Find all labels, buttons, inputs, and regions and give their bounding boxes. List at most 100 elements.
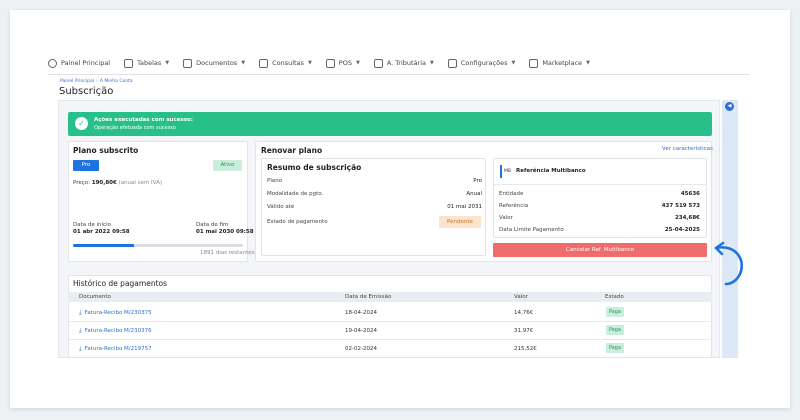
nav-item-consultas[interactable]: Consultas ▼: [259, 58, 312, 68]
alert-title: Ações executadas com sucesso:: [94, 117, 193, 123]
dashboard-icon: [48, 58, 57, 68]
status-badge-paid: Paga: [606, 307, 624, 317]
mb-row-label: Entidade: [499, 191, 524, 197]
row-divider: [68, 321, 712, 322]
nav-label: Tabelas: [137, 59, 162, 67]
nav-label: Configurações: [460, 59, 508, 67]
days-left: 1891 dias restantes: [200, 250, 255, 256]
chevron-down-icon: ▼: [165, 60, 170, 66]
table-cell-date: 19-04-2024: [345, 328, 377, 334]
right-sidebar-strip: [722, 100, 738, 358]
document-icon: [183, 58, 193, 68]
breadcrumb-current[interactable]: A Minha Conta: [100, 79, 133, 84]
column-header-value: Valor: [514, 294, 528, 300]
breadcrumb-home[interactable]: Painel Principal: [60, 79, 94, 84]
table-cell-value: 215,52€: [514, 346, 537, 352]
chevron-down-icon: ▼: [307, 60, 312, 66]
table-cell-date: 18-04-2024: [345, 310, 377, 316]
document-name: Fatura-Recibo M/230375: [84, 310, 152, 316]
settings-icon: [447, 58, 457, 68]
document-link[interactable]: ⤓ Fatura-Recibo M/219757: [79, 345, 152, 353]
end-date-label: Data de fim: [196, 222, 229, 228]
breadcrumb: Painel Principal › A Minha Conta: [60, 79, 133, 84]
nav-item-tabelas[interactable]: Tabelas ▼: [124, 58, 170, 68]
document-link[interactable]: ⤓ Fatura-Recibo M/230376: [79, 327, 152, 335]
table-cell-value: 14,76€: [514, 310, 534, 316]
mb-row-label: Data Limite Pagamento: [499, 227, 564, 233]
start-date-label: Data de início: [73, 222, 111, 228]
multibanco-title: Referência Multibanco: [516, 168, 586, 174]
summary-row-label: Plano: [267, 178, 283, 184]
table-cell-value: 31,97€: [514, 328, 534, 334]
mb-row-label: Referência: [499, 203, 529, 209]
download-icon: ⤓: [79, 345, 82, 352]
plan-progress-fill: [73, 244, 135, 247]
status-badge-paid: Paga: [606, 325, 624, 335]
nav-item-marketplace[interactable]: Marketplace ▼: [529, 58, 590, 68]
multibanco-logo: MB: [500, 165, 512, 178]
chart-icon: [259, 58, 269, 68]
summary-row-value: 01 mai 2031: [447, 204, 482, 210]
curved-arrow-icon: [714, 241, 743, 286]
nav-label: POS: [338, 59, 352, 67]
summary-row-value: Pro: [473, 178, 482, 184]
mb-row-value: 437 519 573: [661, 203, 700, 209]
price-label: Preço:: [73, 180, 90, 186]
nav-label: Painel Principal: [61, 59, 111, 67]
mb-row-value: 25-04-2025: [664, 227, 700, 233]
summary-title: Resumo de subscrição: [267, 163, 362, 172]
document-name: Fatura-Recibo M/219757: [84, 346, 152, 352]
download-icon: ⤓: [79, 327, 82, 334]
nav-label: Consultas: [272, 59, 304, 67]
nav-item-dashboard[interactable]: Painel Principal: [48, 58, 111, 68]
summary-row-label: Modalidade de pgto.: [267, 191, 324, 197]
summary-row-label: Estado de pagamento: [267, 219, 328, 225]
price-note: (anual sem IVA): [118, 180, 162, 186]
summary-row-label: Válido até: [267, 204, 295, 210]
column-header-status: Estado: [605, 294, 624, 300]
pos-icon: [325, 58, 335, 68]
mb-row-label: Valor: [499, 215, 513, 221]
alert-message: Operação efetuada com sucesso: [94, 125, 176, 131]
plan-progress-bar: [73, 244, 243, 247]
history-title: Histórico de pagamentos: [73, 279, 168, 288]
cancel-multibanco-button[interactable]: Cancelar Ref. Multibanco: [493, 243, 707, 257]
chevron-down-icon: ▼: [355, 60, 360, 66]
nav-label: Documentos: [196, 59, 238, 67]
document-link[interactable]: ⤓ Fatura-Recibo M/230375: [79, 309, 152, 317]
chevron-down-icon: ▼: [430, 60, 434, 66]
summary-row-value: Anual: [466, 191, 482, 197]
top-nav: Painel Principal Tabelas ▼ Documentos ▼ …: [48, 54, 590, 72]
mb-row-value: 234,68€: [674, 215, 700, 221]
price-line: Preço: 190,80€ (anual sem IVA): [73, 180, 162, 186]
renew-card-title: Renovar plano: [261, 146, 323, 155]
price-value: 190,80€: [91, 180, 117, 186]
nav-item-tributaria[interactable]: A. Tributária ▼: [373, 58, 434, 68]
column-header-date: Data de Emissão: [345, 294, 392, 300]
plan-badge: Pro: [73, 160, 99, 171]
page-title: Subscrição: [59, 86, 114, 97]
end-date-value: 01 mai 2030 09:58: [196, 229, 254, 235]
nav-divider: [48, 74, 750, 75]
view-features-link[interactable]: Ver características: [662, 146, 713, 152]
status-badge: Ativo: [213, 160, 242, 171]
check-icon: ✓: [75, 117, 88, 130]
table-icon: [124, 58, 134, 68]
nav-item-documentos[interactable]: Documentos ▼: [183, 58, 246, 68]
mb-row-value: 45636: [680, 191, 700, 197]
nav-label: A. Tributária: [386, 59, 427, 67]
multibanco-divider: [493, 184, 707, 185]
nav-label: Marketplace: [542, 59, 583, 67]
table-cell-date: 02-02-2024: [345, 346, 377, 352]
payment-status-badge: Pendente: [439, 216, 481, 228]
collapse-button[interactable]: ◀: [725, 102, 734, 111]
chevron-down-icon: ▼: [511, 60, 516, 66]
chevron-down-icon: ▼: [241, 60, 246, 66]
plan-card-title: Plano subscrito: [73, 146, 139, 155]
nav-item-pos[interactable]: POS ▼: [325, 58, 360, 68]
row-divider: [68, 339, 712, 340]
nav-item-configuracoes[interactable]: Configurações ▼: [447, 58, 516, 68]
column-header-document: Documento: [79, 294, 111, 300]
start-date-value: 01 abr 2022 09:58: [73, 229, 130, 235]
download-icon: ⤓: [79, 309, 82, 316]
